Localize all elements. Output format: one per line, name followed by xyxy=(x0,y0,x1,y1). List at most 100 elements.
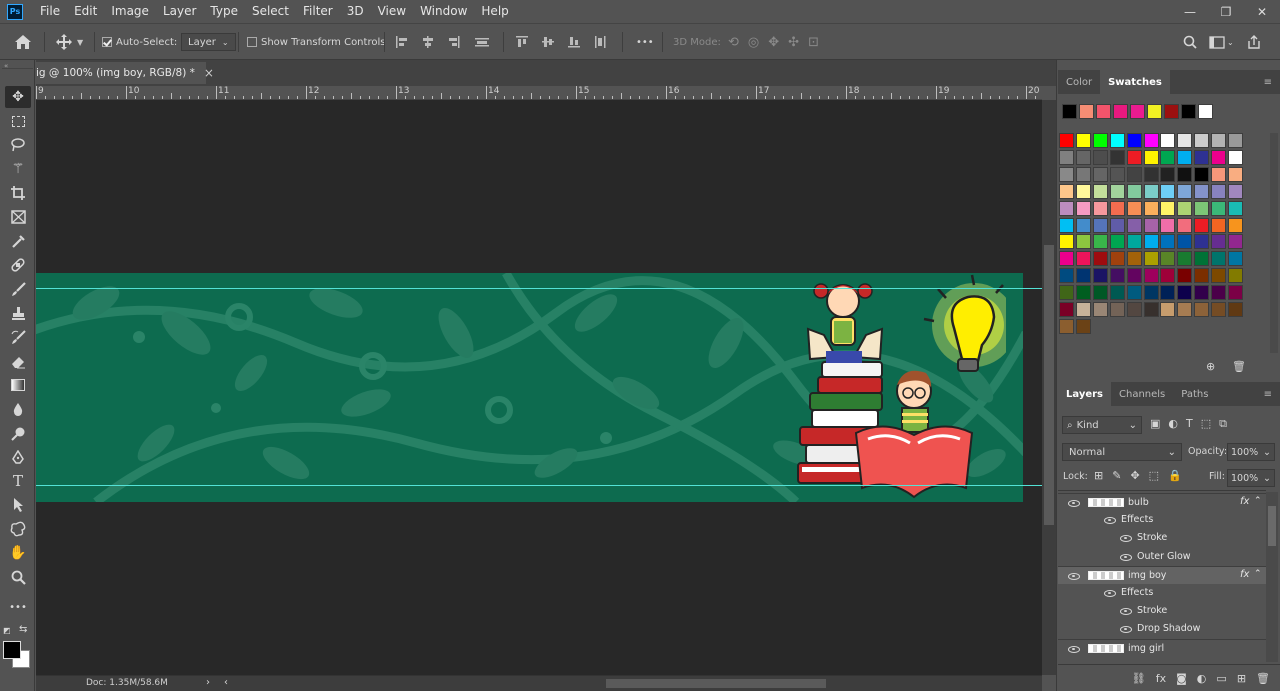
swatch[interactable] xyxy=(1211,234,1227,250)
edit-toolbar-button[interactable]: ••• xyxy=(5,596,31,618)
pen-tool[interactable] xyxy=(5,446,31,468)
swatch[interactable] xyxy=(1211,251,1227,267)
swatch[interactable] xyxy=(1228,133,1243,148)
swatch[interactable] xyxy=(1075,318,1091,334)
recent-swatch[interactable] xyxy=(1198,104,1213,119)
swatch[interactable] xyxy=(1211,183,1227,199)
swatch[interactable] xyxy=(1075,217,1091,233)
document-tab[interactable]: ig @ 100% (img boy, RGB/8) * × xyxy=(36,62,214,84)
swatch[interactable] xyxy=(1092,285,1108,301)
tab-swatches[interactable]: Swatches xyxy=(1100,70,1170,94)
layers-scroll-thumb[interactable] xyxy=(1268,506,1276,546)
swatch[interactable] xyxy=(1160,285,1176,301)
swatch[interactable] xyxy=(1177,302,1193,317)
swatch[interactable] xyxy=(1211,302,1227,317)
swatch[interactable] xyxy=(1092,149,1108,165)
swatch[interactable] xyxy=(1211,149,1227,165)
lasso-tool[interactable] xyxy=(5,134,31,156)
swatch[interactable] xyxy=(1211,133,1227,148)
swatch[interactable] xyxy=(1228,234,1243,250)
swap-colors-icon[interactable]: ⇆ xyxy=(19,624,27,635)
swatch[interactable] xyxy=(1109,183,1125,199)
vertical-scrollbar[interactable] xyxy=(1042,100,1056,675)
canvas-area[interactable] xyxy=(36,100,1042,675)
panel-menu-icon[interactable]: ≡ xyxy=(1256,382,1280,406)
swatch[interactable] xyxy=(1160,183,1176,199)
smart-object-filter-icon[interactable]: ⧉ xyxy=(1219,417,1227,431)
lock-image-icon[interactable]: ✎ xyxy=(1112,469,1121,482)
swatch[interactable] xyxy=(1160,234,1176,250)
swatch[interactable] xyxy=(1194,285,1210,301)
swatch[interactable] xyxy=(1228,200,1243,216)
swatch[interactable] xyxy=(1143,251,1159,267)
workspace-switcher[interactable]: ⌄ xyxy=(1209,35,1234,49)
layer-thumbnail[interactable] xyxy=(1088,570,1124,580)
delete-swatch-icon[interactable]: 🗑 xyxy=(1232,360,1246,373)
align-left-icon[interactable] xyxy=(395,35,409,49)
swatch[interactable] xyxy=(1092,200,1108,216)
foreground-color-swatch[interactable] xyxy=(3,641,21,659)
swatch[interactable] xyxy=(1109,149,1125,165)
swatch[interactable] xyxy=(1228,217,1243,233)
swatch[interactable] xyxy=(1143,200,1159,216)
effect-visibility-eye-icon[interactable] xyxy=(1104,590,1116,597)
swatch[interactable] xyxy=(1194,200,1210,216)
minimize-button[interactable]: — xyxy=(1172,0,1208,23)
swatch[interactable] xyxy=(1177,234,1193,250)
swatch[interactable] xyxy=(1092,217,1108,233)
swatch[interactable] xyxy=(1075,234,1091,250)
search-icon[interactable] xyxy=(1183,35,1197,49)
swatch[interactable] xyxy=(1160,302,1176,317)
show-transform-checkbox[interactable]: Show Transform Controls xyxy=(247,24,385,60)
menu-type[interactable]: Type xyxy=(203,0,245,23)
menu-window[interactable]: Window xyxy=(413,0,474,23)
swatch[interactable] xyxy=(1194,183,1210,199)
swatch[interactable] xyxy=(1228,183,1243,199)
swatch[interactable] xyxy=(1143,302,1159,317)
swatch[interactable] xyxy=(1126,251,1142,267)
swatch[interactable] xyxy=(1143,183,1159,199)
effect-visibility-eye-icon[interactable] xyxy=(1104,517,1116,525)
layer-filter-dropdown[interactable]: ⌕ Kind ⌄ xyxy=(1062,416,1142,434)
swatch[interactable] xyxy=(1228,268,1243,284)
swatch[interactable] xyxy=(1177,133,1193,148)
3d-roll-icon[interactable]: ◎ xyxy=(748,35,759,50)
more-options-button[interactable]: ••• xyxy=(636,24,654,60)
home-button[interactable] xyxy=(14,24,32,60)
swatch[interactable] xyxy=(1109,234,1125,250)
swatch[interactable] xyxy=(1109,268,1125,284)
swatch[interactable] xyxy=(1143,133,1159,148)
swatch[interactable] xyxy=(1059,251,1074,267)
swatch[interactable] xyxy=(1228,302,1243,317)
recent-swatch[interactable] xyxy=(1062,104,1077,119)
tab-color[interactable]: Color xyxy=(1058,70,1100,94)
swatch[interactable] xyxy=(1109,200,1125,216)
align-right-icon[interactable] xyxy=(447,35,461,49)
swatch[interactable] xyxy=(1059,200,1074,216)
swatch[interactable] xyxy=(1075,133,1091,148)
swatch[interactable] xyxy=(1059,149,1074,165)
move-tool-preset[interactable]: ▼ xyxy=(55,24,83,60)
layer-row[interactable]: img girl xyxy=(1058,638,1266,657)
shape-filter-icon[interactable]: ⬚ xyxy=(1201,417,1211,431)
dodge-tool[interactable] xyxy=(5,422,31,444)
horizontal-scroll-thumb[interactable] xyxy=(606,679,826,688)
swatch[interactable] xyxy=(1177,217,1193,233)
swatch[interactable] xyxy=(1075,183,1091,199)
swatch[interactable] xyxy=(1075,200,1091,216)
menu-image[interactable]: Image xyxy=(104,0,156,23)
swatch[interactable] xyxy=(1126,268,1142,284)
move-tool[interactable]: ✥ xyxy=(5,86,31,108)
swatch[interactable] xyxy=(1059,285,1074,301)
menu-help[interactable]: Help xyxy=(474,0,515,23)
swatch[interactable] xyxy=(1143,234,1159,250)
3d-pan-icon[interactable]: ✥ xyxy=(768,35,779,50)
gradient-tool[interactable] xyxy=(5,374,31,396)
swatch[interactable] xyxy=(1194,234,1210,250)
swatch[interactable] xyxy=(1075,268,1091,284)
magic-wand-tool[interactable]: ⚚ xyxy=(5,158,31,180)
auto-select-target-dropdown[interactable]: Layer ⌄ xyxy=(181,33,236,51)
hand-tool[interactable]: ✋ xyxy=(5,542,31,564)
swatch[interactable] xyxy=(1059,268,1074,284)
blur-tool[interactable] xyxy=(5,398,31,420)
